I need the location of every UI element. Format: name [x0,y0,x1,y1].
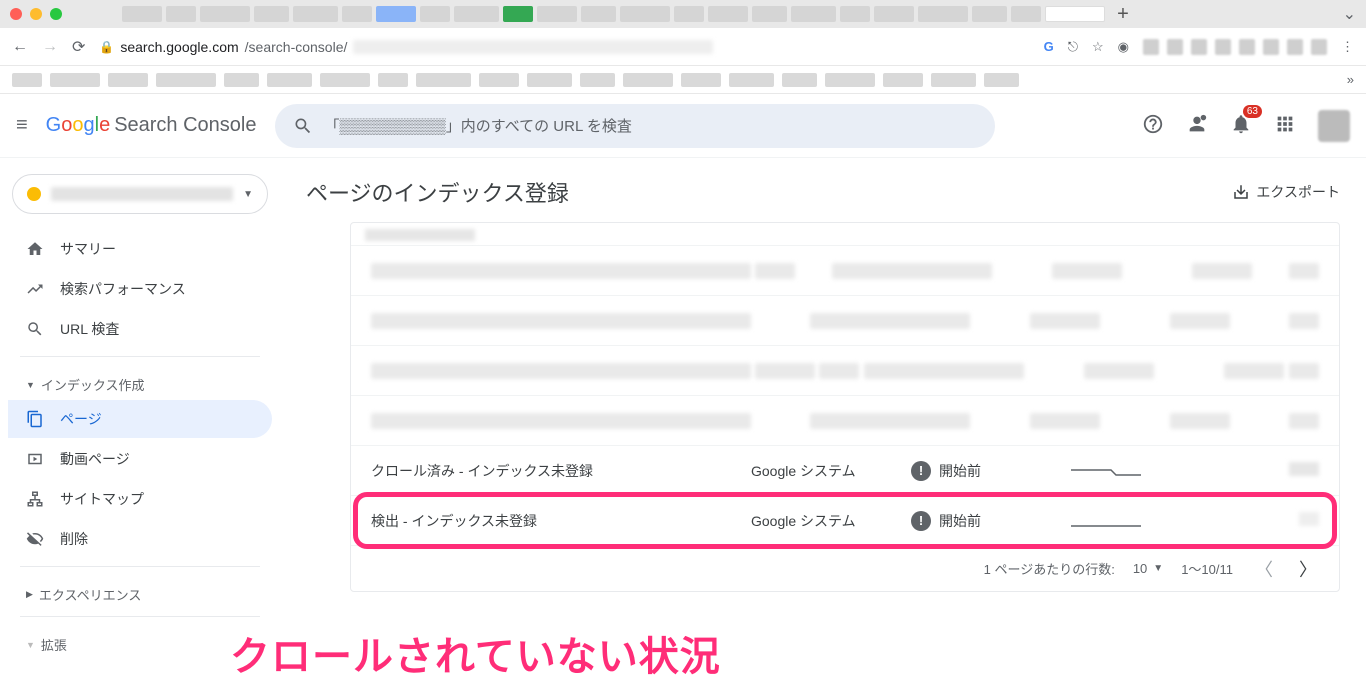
trend-cell [1071,512,1181,530]
sidebar-item-sitemaps[interactable]: サイトマップ [8,480,272,518]
search-icon [26,320,44,338]
sidebar-item-label: サイトマップ [60,489,144,509]
sidebar-item-label: ページ [60,409,102,429]
browser-toolbar: ← → ⟳ 🔒 search.google.com/search-console… [0,28,1366,66]
table-pager: 1 ページあたりの行数: 10 ▼ 1～10/11 〈 〉 [351,545,1339,591]
notifications-icon[interactable]: 63 [1230,113,1252,138]
home-icon [26,240,44,258]
table-row-crawled-not-indexed[interactable]: クロール済み - インデックス未登録 Google システム ! 開始前 [351,445,1339,495]
trending-icon [26,280,44,298]
url-redacted [353,40,713,54]
sidebar-section-indexing[interactable]: ▼インデックス作成 [8,365,272,398]
pager-range: 1～10/11 [1181,559,1233,578]
table-row-discovered-not-indexed[interactable]: 検出 - インデックス未登録 Google システム ! 開始前 [351,495,1339,545]
pager-prev[interactable]: 〈 [1251,556,1277,582]
info-icon: ! [911,511,931,531]
app-root: ≡ Google Search Console 「▒▒▒▒▒▒▒▒▒▒」内のすべ… [0,94,1366,688]
app-header: ≡ Google Search Console 「▒▒▒▒▒▒▒▒▒▒」内のすべ… [0,94,1366,158]
info-icon: ! [911,461,931,481]
pages-icon [26,410,44,428]
sidebar-item-label: サマリー [60,239,116,259]
apps-grid-icon[interactable] [1274,113,1296,138]
sidebar-item-label: 動画ページ [60,449,130,469]
pages-cell [1181,512,1319,529]
minimize-window-icon[interactable] [30,8,42,20]
sidebar-item-performance[interactable]: 検索パフォーマンス [8,270,272,308]
search-icon [293,116,313,136]
window-titlebar: + ⌄ [0,0,1366,28]
status-cell: 開始前 [939,461,981,481]
google-logo: Google [46,114,111,137]
pager-next[interactable]: 〉 [1295,556,1321,582]
lock-icon: 🔒 [99,40,114,54]
sitemap-icon [26,490,44,508]
sidebar-item-summary[interactable]: サマリー [8,230,272,268]
sidebar: ▼ サマリー 検索パフォーマンス URL 検査 ▼インデックス作成 ページ [0,158,280,688]
page-title: ページのインデックス登録 [306,176,569,208]
download-icon [1232,183,1250,201]
reason-cell: クロール済み - インデックス未登録 [371,461,751,481]
settings-people-icon[interactable] [1186,113,1208,138]
status-cell: 開始前 [939,511,981,531]
sidebar-item-label: 検索パフォーマンス [60,279,186,299]
sidebar-section-experience[interactable]: ▶エクスペリエンス [8,575,272,608]
menu-icon[interactable]: ⋮ [1341,39,1354,55]
indexing-table: クロール済み - インデックス未登録 Google システム ! 開始前 検出 -… [350,222,1340,592]
help-icon[interactable] [1142,113,1164,138]
sidebar-item-url-inspect[interactable]: URL 検査 [8,310,272,348]
bookmarks-bar[interactable]: » [0,66,1366,94]
tab-overflow-icon[interactable]: ⌄ [1343,4,1356,24]
reason-cell: 検出 - インデックス未登録 [371,511,751,531]
search-placeholder: 「▒▒▒▒▒▒▒▒▒▒」内のすべての URL を検査 [325,115,632,136]
sidebar-item-label: URL 検査 [60,319,119,339]
back-button[interactable]: ← [12,38,28,56]
camera-icon[interactable]: ◉ [1118,39,1129,55]
chevron-down-icon: ▼ [243,189,253,200]
new-tab-button[interactable]: + [1109,6,1137,22]
close-window-icon[interactable] [10,8,22,20]
brand[interactable]: Google Search Console [46,114,257,137]
url-path: /search-console/ [245,39,348,55]
rows-per-page-label: 1 ページあたりの行数: [984,559,1115,578]
pages-cell [1181,462,1319,479]
url-host: search.google.com [120,39,238,55]
source-cell: Google システム [751,511,911,531]
main-content: ページのインデックス登録 エクスポート クロール済み - インデックス未登録 G… [280,158,1366,688]
table-row[interactable] [351,295,1339,345]
table-row[interactable] [351,345,1339,395]
export-button[interactable]: エクスポート [1232,182,1340,202]
property-selector[interactable]: ▼ [12,174,268,214]
forward-button[interactable]: → [42,38,58,56]
fullscreen-window-icon[interactable] [50,8,62,20]
menu-toggle-icon[interactable]: ≡ [16,114,28,137]
source-cell: Google システム [751,461,911,481]
bookmark-star-icon[interactable]: ☆ [1092,39,1104,55]
visibility-off-icon [26,530,44,548]
sidebar-item-video-pages[interactable]: 動画ページ [8,440,272,478]
toolbar-actions: G ⎋ ☆ ◉ ⋮ [1044,39,1354,55]
sidebar-item-label: 削除 [60,529,88,549]
annotation-overlay: クロールされていない状況 [230,624,721,682]
table-row[interactable] [351,395,1339,445]
notification-badge: 63 [1243,105,1262,118]
address-bar[interactable]: 🔒 search.google.com/search-console/ [99,39,1029,55]
reload-button[interactable]: ⟳ [72,37,85,57]
table-row[interactable] [351,245,1339,295]
sidebar-item-pages[interactable]: ページ [8,400,272,438]
rows-per-page-select[interactable]: 10 ▼ [1133,561,1163,576]
window-controls[interactable] [10,8,62,20]
trend-cell [1071,462,1181,480]
url-inspect-search[interactable]: 「▒▒▒▒▒▒▒▒▒▒」内のすべての URL を検査 [275,104,995,148]
browser-tabs[interactable]: + ⌄ [122,0,1356,28]
account-avatar[interactable] [1318,110,1350,142]
sidebar-item-removals[interactable]: 削除 [8,520,272,558]
share-icon[interactable]: ⎋ [1068,39,1078,55]
brand-product: Search Console [114,114,256,137]
video-icon [26,450,44,468]
